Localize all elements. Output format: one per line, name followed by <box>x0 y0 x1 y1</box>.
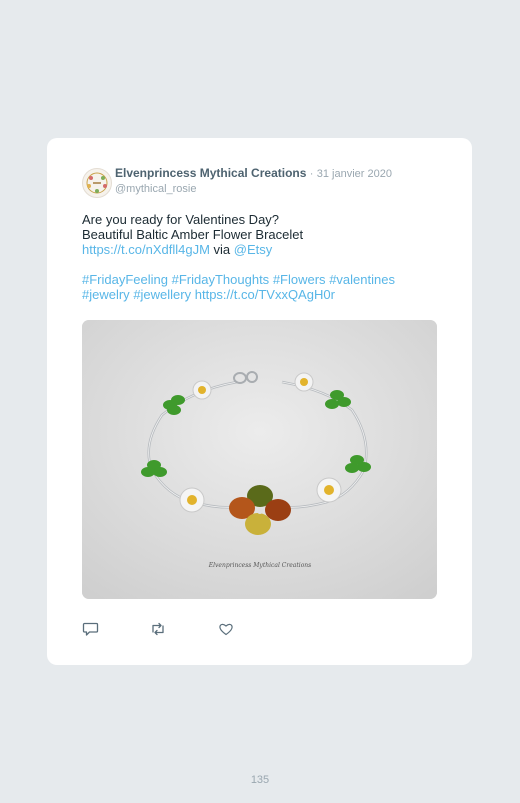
mention-link[interactable]: @Etsy <box>234 242 272 257</box>
text-line: #jewelry #jewellery https://t.co/TVxxQAg… <box>82 287 442 302</box>
text-line: #FridayFeeling #FridayThoughts #Flowers … <box>82 272 442 287</box>
page-number: 135 <box>250 774 270 786</box>
reply-icon[interactable] <box>82 620 100 638</box>
author-name[interactable]: Elvenprincess Mythical Creations <box>115 166 306 180</box>
tweet-text: Are you ready for Valentines Day? Beauti… <box>82 212 442 302</box>
bracelet-image: Elvenprincess Mythical Creations <box>82 320 437 599</box>
hashtag-link[interactable]: #jewelry <box>82 287 130 302</box>
hashtag-link[interactable]: #FridayFeeling <box>82 272 168 287</box>
hashtag-link[interactable]: #valentines <box>329 272 395 287</box>
avatar[interactable] <box>82 168 112 198</box>
tweet-header: Elvenprincess Mythical Creations · 31 ja… <box>115 166 392 196</box>
heart-icon[interactable] <box>217 620 235 638</box>
avatar-logo-icon <box>86 172 108 194</box>
tweet-link[interactable]: https://t.co/TVxxQAgH0r <box>195 287 335 302</box>
hashtag-link[interactable]: #FridayThoughts <box>172 272 270 287</box>
hashtag-link[interactable]: #Flowers <box>273 272 326 287</box>
text-line: Are you ready for Valentines Day? <box>82 212 280 227</box>
tweet-photo[interactable]: Elvenprincess Mythical Creations <box>82 320 437 599</box>
tweet-link[interactable]: https://t.co/nXdfll4gJM <box>82 242 210 257</box>
via-text: via <box>213 242 231 257</box>
separator: · <box>309 168 314 180</box>
tweet-date[interactable]: 31 janvier 2020 <box>317 168 392 180</box>
tweet-card: Elvenprincess Mythical Creations · 31 ja… <box>47 138 472 665</box>
author-handle[interactable]: @mythical_rosie <box>115 182 392 196</box>
text-line: https://t.co/nXdfll4gJM via @Etsy <box>82 242 442 257</box>
author-line: Elvenprincess Mythical Creations · 31 ja… <box>115 166 392 182</box>
photo-watermark: Elvenprincess Mythical Creations <box>208 562 312 569</box>
retweet-icon[interactable] <box>149 620 167 638</box>
text-line: Beautiful Baltic Amber Flower Bracelet <box>82 227 304 242</box>
hashtag-link[interactable]: #jewellery <box>133 287 191 302</box>
